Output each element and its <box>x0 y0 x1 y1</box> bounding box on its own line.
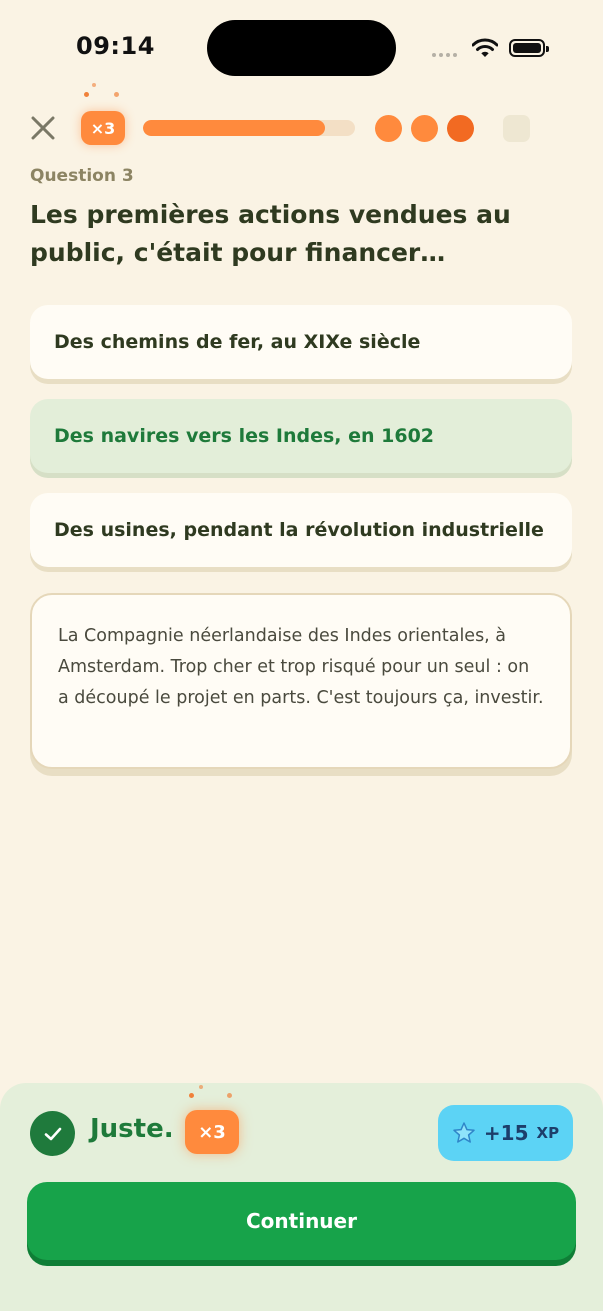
answer-option-3[interactable]: Des usines, pendant la révolution indust… <box>30 493 572 567</box>
combo-badge-feedback: ×3 <box>185 1110 239 1154</box>
dynamic-island <box>207 20 396 76</box>
spark-decoration <box>84 92 89 97</box>
answer-option-1[interactable]: Des chemins de fer, au XIXe siècle <box>30 305 572 379</box>
spark-decoration <box>199 1085 203 1089</box>
star-icon <box>453 1122 475 1143</box>
spark-decoration <box>227 1093 232 1098</box>
result-label: Juste. <box>90 1114 174 1144</box>
check-icon <box>30 1111 75 1156</box>
progress-dot <box>411 115 438 142</box>
status-time: 09:14 <box>76 32 155 60</box>
combo-badge: ×3 <box>81 111 125 145</box>
xp-badge: +15 XP <box>438 1105 573 1161</box>
spark-decoration <box>189 1093 194 1098</box>
signal-icon <box>432 53 457 57</box>
progress-bar <box>143 120 355 136</box>
xp-unit: XP <box>536 1124 560 1142</box>
answer-option-2-correct[interactable]: Des navires vers les Indes, en 1602 <box>30 399 572 473</box>
spark-decoration <box>114 92 119 97</box>
question-text: Les premières actions vendues au public,… <box>30 200 511 267</box>
wifi-icon <box>472 38 498 57</box>
battery-icon <box>509 39 549 57</box>
progress-dot-empty <box>503 115 530 142</box>
progress-fill <box>143 120 326 136</box>
progress-dot <box>375 115 402 142</box>
close-icon[interactable] <box>28 113 58 143</box>
question-dots <box>375 115 530 142</box>
xp-amount: +15 <box>483 1121 529 1145</box>
question-number: Question 3 <box>30 166 134 186</box>
continue-button[interactable]: Continuer <box>27 1182 576 1260</box>
explanation-text: La Compagnie néerlandaise des Indes orie… <box>58 626 544 708</box>
explanation-card: La Compagnie néerlandaise des Indes orie… <box>30 593 572 769</box>
spark-decoration <box>92 83 96 87</box>
progress-dot <box>447 115 474 142</box>
